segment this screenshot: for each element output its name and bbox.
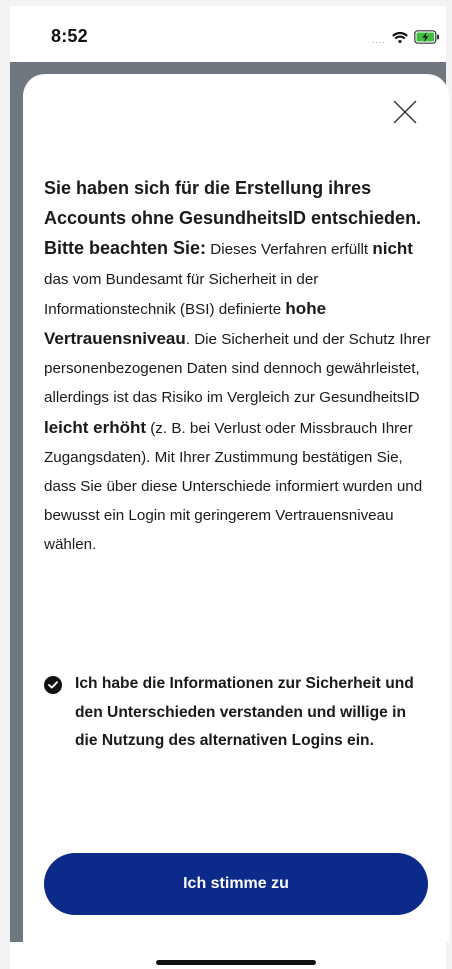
status-time: 8:52 xyxy=(51,26,88,46)
body-text-part-2: das vom Bundesamt für Sicherheit in der … xyxy=(44,270,319,318)
battery-charging-icon xyxy=(414,30,440,49)
frame-left-edge xyxy=(0,0,10,969)
consent-checkbox[interactable] xyxy=(44,676,62,694)
body-text-part-1: Dieses Verfahren erfüllt xyxy=(206,241,373,259)
close-icon[interactable] xyxy=(391,98,419,126)
consent-modal-sheet: Sie haben sich für die Erstellung ihres … xyxy=(23,74,449,942)
screen: 8:52 .... Sie haben sich für die Erstell… xyxy=(0,0,452,969)
status-bar: 8:52 .... xyxy=(10,6,446,62)
signal-icon: .... xyxy=(371,34,386,45)
checkmark-icon xyxy=(48,681,58,689)
wifi-icon xyxy=(392,31,408,49)
close-button[interactable] xyxy=(391,98,419,126)
body-text-part-4: (z. B. bei Verlust oder Missbrauch Ihrer… xyxy=(44,419,423,554)
consent-label: Ich habe die Informationen zur Sicherhei… xyxy=(75,675,414,749)
agree-button[interactable]: Ich stimme zu xyxy=(44,853,428,915)
consent-row[interactable]: Ich habe die Informationen zur Sicherhei… xyxy=(44,670,424,756)
home-indicator[interactable] xyxy=(156,960,316,965)
modal-body-text: Sie haben sich für die Erstellung ihres … xyxy=(44,174,436,560)
emphasis-nicht: nicht xyxy=(372,239,413,259)
status-icons: .... xyxy=(372,30,440,49)
emphasis-leicht-erhoeht: leicht erhöht xyxy=(44,417,147,437)
